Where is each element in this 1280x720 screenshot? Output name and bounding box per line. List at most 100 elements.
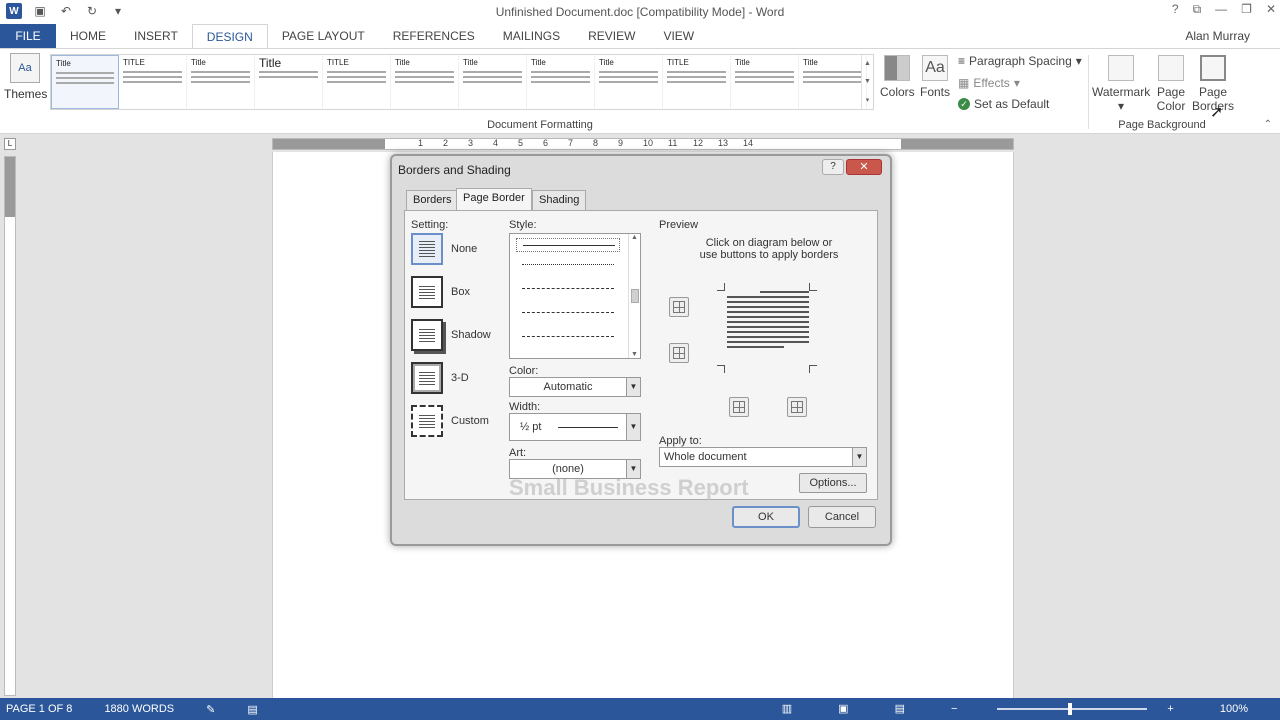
user-name[interactable]: Alan Murray xyxy=(1185,29,1250,43)
style-set-item[interactable]: TITLE xyxy=(119,55,187,109)
tab-borders[interactable]: Borders xyxy=(406,190,459,210)
restore-icon[interactable]: ❐ xyxy=(1241,2,1252,17)
tab-review[interactable]: REVIEW xyxy=(574,24,649,48)
ruler-number: 10 xyxy=(643,138,654,148)
border-right-icon xyxy=(791,401,803,413)
proofing-icon[interactable]: ✎ xyxy=(206,703,215,716)
zoom-in-icon[interactable]: + xyxy=(1167,703,1173,715)
ok-button[interactable]: OK xyxy=(732,506,800,528)
gallery-scroll[interactable]: ▲ ▼ ▾ xyxy=(861,55,873,109)
setting-box[interactable]: Box xyxy=(411,276,470,308)
themes-button[interactable]: Aa Themes xyxy=(4,53,47,101)
gallery-up-icon[interactable]: ▲ xyxy=(864,60,871,67)
group-label-document-formatting: Document Formatting xyxy=(487,119,593,131)
tab-view[interactable]: VIEW xyxy=(649,24,708,48)
style-set-item[interactable]: Title xyxy=(255,55,323,109)
paragraph-spacing-button[interactable]: ≡ Paragraph Spacing ▾ xyxy=(958,54,1082,68)
style-set-item[interactable]: TITLE xyxy=(663,55,731,109)
fonts-button[interactable]: Aa Fonts xyxy=(920,55,950,99)
tab-page-layout[interactable]: PAGE LAYOUT xyxy=(268,24,379,48)
style-set-item[interactable]: TITLE xyxy=(323,55,391,109)
tab-home[interactable]: HOME xyxy=(56,24,120,48)
gallery-down-icon[interactable]: ▼ xyxy=(864,78,871,85)
gallery-more-icon[interactable]: ▾ xyxy=(866,96,870,104)
tab-selector[interactable]: L xyxy=(4,138,16,150)
style-set-item[interactable]: Title xyxy=(459,55,527,109)
zoom-slider-thumb[interactable] xyxy=(1068,702,1073,715)
web-layout-icon[interactable]: ▤ xyxy=(895,702,905,715)
macro-icon[interactable]: ▤ xyxy=(247,703,257,716)
chevron-down-icon: ▾ xyxy=(1013,76,1020,90)
tab-references[interactable]: REFERENCES xyxy=(379,24,489,48)
border-bottom-icon xyxy=(673,347,685,359)
dialog-help-button[interactable]: ? xyxy=(822,159,844,175)
setting-custom[interactable]: Custom xyxy=(411,405,489,437)
preview-corner-mark xyxy=(809,365,817,373)
chevron-down-icon[interactable]: ▼ xyxy=(852,448,866,466)
scroll-thumb[interactable] xyxy=(630,289,639,303)
document-title: Unfinished Document.doc [Compatibility M… xyxy=(495,5,785,19)
tab-shading[interactable]: Shading xyxy=(532,190,587,210)
tab-design[interactable]: DESIGN xyxy=(191,24,268,48)
width-select[interactable]: ½ pt ▼ xyxy=(509,413,641,441)
left-border-button[interactable] xyxy=(729,397,749,417)
ribbon-display-icon[interactable]: ⧉ xyxy=(1193,2,1202,17)
zoom-out-icon[interactable]: − xyxy=(951,703,957,715)
chevron-down-icon[interactable]: ▼ xyxy=(626,414,640,440)
page-color-button[interactable]: Page Color xyxy=(1150,55,1192,113)
style-set-item[interactable]: Title xyxy=(391,55,459,109)
setting-custom-icon xyxy=(411,405,443,437)
style-set-item[interactable]: Title xyxy=(527,55,595,109)
scroll-up-icon[interactable]: ▲ xyxy=(631,234,638,241)
style-scrollbar[interactable]: ▲ ▼ xyxy=(628,234,640,358)
help-icon[interactable]: ? xyxy=(1172,2,1179,17)
art-label: Art: xyxy=(509,447,527,459)
bottom-border-button[interactable] xyxy=(669,343,689,363)
color-select[interactable]: Automatic ▼ xyxy=(509,377,641,397)
ruler-number: 11 xyxy=(668,138,678,148)
ruler-number: 12 xyxy=(693,138,704,148)
page-count[interactable]: PAGE 1 OF 8 xyxy=(6,703,72,715)
style-set-item[interactable]: Title xyxy=(595,55,663,109)
tab-insert[interactable]: INSERT xyxy=(120,24,192,48)
chevron-down-icon[interactable]: ▼ xyxy=(626,378,640,396)
tab-mailings[interactable]: MAILINGS xyxy=(489,24,574,48)
page-border-panel: Setting: None Box Shadow 3-D Custom Styl… xyxy=(404,210,878,500)
zoom-slider[interactable] xyxy=(997,702,1148,715)
scroll-down-icon[interactable]: ▼ xyxy=(631,351,638,358)
set-as-default-button[interactable]: ✓ Set as Default xyxy=(958,97,1049,111)
tab-file[interactable]: FILE xyxy=(0,24,56,48)
preview-text-lines xyxy=(727,291,809,351)
print-layout-icon[interactable]: ▣ xyxy=(838,702,848,715)
ruler-margin-left xyxy=(273,139,385,149)
style-set-item[interactable]: Title xyxy=(731,55,799,109)
watermark-button[interactable]: Watermark ▾ xyxy=(1092,55,1150,113)
dialog-close-button[interactable]: ✕ xyxy=(846,159,882,175)
setting-none[interactable]: None xyxy=(411,233,477,265)
style-option-solid[interactable] xyxy=(516,238,620,252)
ruler-number: 4 xyxy=(493,138,499,148)
preview-diagram[interactable] xyxy=(717,283,817,373)
read-mode-icon[interactable]: ▥ xyxy=(782,702,792,715)
collapse-ribbon-icon[interactable]: ⌃ xyxy=(1264,119,1272,130)
minimize-icon[interactable]: — xyxy=(1215,2,1227,17)
zoom-level[interactable]: 100% xyxy=(1220,703,1248,715)
tab-page-border[interactable]: Page Border xyxy=(456,188,532,212)
close-window-icon[interactable]: ✕ xyxy=(1266,2,1276,17)
style-set-item[interactable]: Title xyxy=(187,55,255,109)
horizontal-ruler[interactable]: 1 2 3 4 5 6 7 8 9 10 11 12 13 14 xyxy=(272,138,1014,150)
style-set-item[interactable]: Title xyxy=(799,55,867,109)
style-set-item[interactable]: Title xyxy=(51,55,119,109)
cancel-button[interactable]: Cancel xyxy=(808,506,876,528)
setting-3d[interactable]: 3-D xyxy=(411,362,469,394)
effects-button[interactable]: ▦ Effects ▾ xyxy=(958,76,1020,90)
colors-button[interactable]: Colors xyxy=(880,55,915,99)
options-button[interactable]: Options... xyxy=(799,473,867,493)
vertical-ruler[interactable] xyxy=(4,156,16,696)
setting-shadow[interactable]: Shadow xyxy=(411,319,491,351)
top-border-button[interactable] xyxy=(669,297,689,317)
word-count[interactable]: 1880 WORDS xyxy=(104,703,174,715)
apply-to-select[interactable]: Whole document ▼ xyxy=(659,447,867,467)
right-border-button[interactable] xyxy=(787,397,807,417)
style-list[interactable]: ▲ ▼ xyxy=(509,233,641,359)
